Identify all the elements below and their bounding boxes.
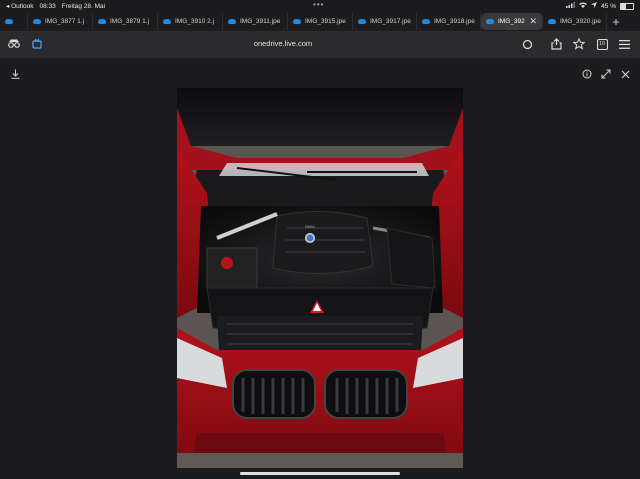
info-icon[interactable] — [581, 68, 593, 80]
tab-7[interactable]: IMG_3918.jpe — [417, 13, 481, 30]
tab-label: IMG_3877 1.j — [45, 18, 85, 25]
tab-label: IMG_3915.jpe — [305, 18, 346, 25]
tab-5[interactable]: IMG_3915.jpe — [288, 13, 353, 30]
close-tab-icon[interactable]: ✕ — [529, 16, 537, 27]
location-icon — [591, 2, 598, 10]
signal-icon — [566, 2, 576, 10]
onedrive-icon — [163, 19, 171, 24]
onedrive-icon — [98, 19, 106, 24]
battery-text: 45 % — [601, 2, 616, 10]
tab-3[interactable]: IMG_3910 2.j — [158, 13, 223, 30]
private-browsing-icon[interactable] — [7, 37, 21, 51]
tab-9[interactable]: IMG_3920.jpe — [543, 13, 607, 30]
onedrive-icon — [358, 19, 366, 24]
share-icon[interactable] — [549, 37, 563, 51]
date: Freitag 28. Mai — [61, 2, 106, 10]
reload-icon[interactable] — [520, 37, 534, 51]
tab-count-button[interactable]: 10 — [595, 37, 609, 51]
bookmark-star-icon[interactable] — [572, 37, 586, 51]
tab-label: IMG_3879 1.j — [110, 18, 150, 25]
onedrive-icon — [228, 19, 236, 24]
close-viewer-icon[interactable] — [619, 68, 631, 80]
onedrive-icon — [33, 19, 41, 24]
site-permissions-icon[interactable] — [30, 37, 44, 51]
tab-label: IMG_3910 2.j — [175, 18, 215, 25]
url-field[interactable]: onedrive.live.com — [198, 37, 368, 51]
tab-0[interactable] — [0, 13, 28, 30]
home-indicator[interactable] — [240, 472, 400, 475]
wifi-icon — [579, 2, 588, 10]
tab-label: IMG_3917.jpe — [370, 18, 411, 25]
status-bar: ◂ Outlook 08:33 Freitag 28. Mai ••• 45 % — [0, 0, 640, 12]
tab-label: IMG_3911.jpe — [240, 18, 281, 25]
tab-label: IMG_392 — [498, 18, 525, 25]
tab-bar: IMG_3877 1.j IMG_3879 1.j IMG_3910 2.j I… — [0, 12, 640, 31]
onedrive-icon — [548, 19, 556, 24]
car-engine-photo: BMW — [177, 88, 463, 468]
expand-icon[interactable] — [600, 68, 612, 80]
new-tab-button[interactable]: + — [607, 15, 625, 29]
onedrive-icon — [486, 19, 494, 24]
tab-6[interactable]: IMG_3917.jpe — [353, 13, 417, 30]
tab-label: IMG_3920.jpe — [560, 18, 601, 25]
onedrive-icon — [293, 19, 301, 24]
tab-count: 10 — [596, 38, 608, 50]
tab-1[interactable]: IMG_3877 1.j — [28, 13, 93, 30]
tab-2[interactable]: IMG_3879 1.j — [93, 13, 158, 30]
battery-icon — [620, 2, 634, 10]
engine-badge: BMW — [305, 224, 315, 229]
back-to-app-link[interactable]: ◂ Outlook — [6, 2, 33, 10]
multitasking-dots[interactable]: ••• — [313, 0, 324, 9]
photo-viewer-bar — [0, 58, 640, 88]
browser-toolbar: onedrive.live.com 10 — [0, 31, 640, 58]
tab-4[interactable]: IMG_3911.jpe — [223, 13, 288, 30]
onedrive-icon — [422, 19, 430, 24]
clock: 08:33 — [39, 2, 56, 10]
download-icon[interactable] — [9, 68, 21, 80]
tab-label: IMG_3918.jpe — [434, 18, 475, 25]
tab-8-active[interactable]: IMG_392 ✕ — [481, 13, 543, 30]
onedrive-icon — [5, 19, 13, 24]
menu-icon[interactable] — [617, 37, 631, 51]
